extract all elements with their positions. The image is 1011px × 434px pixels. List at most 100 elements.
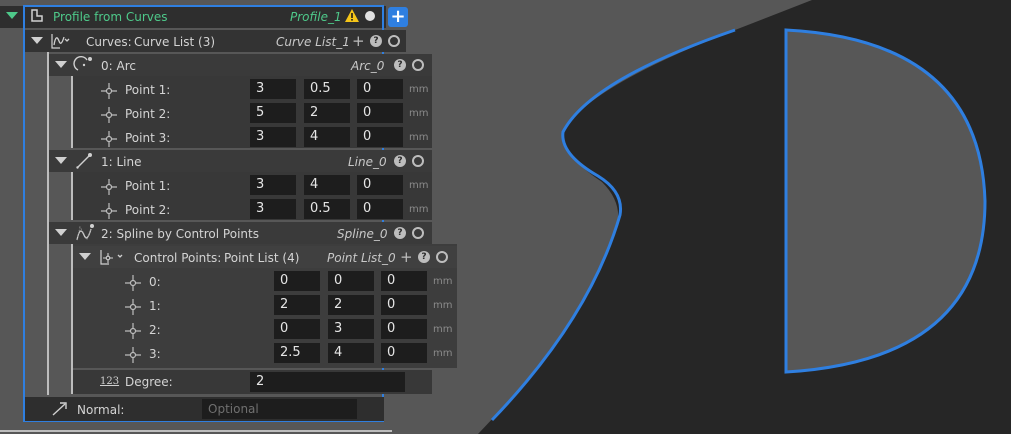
curve-list-icon: [51, 34, 70, 49]
coord-y-input[interactable]: 0.5: [304, 79, 350, 99]
coord-x-input[interactable]: 3: [250, 127, 296, 147]
unit-label: mm: [433, 276, 453, 287]
control-points-type: Point List (4): [224, 251, 300, 265]
point-crosshair-icon: [101, 131, 117, 147]
coord-z-input[interactable]: 0: [381, 319, 427, 339]
unit-label: mm: [409, 108, 429, 119]
coord-y-input[interactable]: 2: [328, 295, 374, 315]
normal-label: Normal:: [77, 403, 125, 417]
coord-x-input[interactable]: 3: [250, 199, 296, 219]
curves-label: Curves:: [86, 35, 132, 49]
question-mark-icon[interactable]: ?: [394, 155, 406, 167]
unit-label: mm: [409, 204, 429, 215]
profile-feature-icon: [31, 9, 43, 22]
control-points-instance-name: Point List_0: [327, 251, 396, 265]
panel-bottom-divider: [0, 430, 392, 432]
control-points-label: Control Points:: [134, 251, 222, 265]
unit-label: mm: [433, 324, 453, 335]
root-title: Profile from Curves: [53, 10, 168, 24]
coord-y-input[interactable]: 4: [328, 343, 374, 363]
point-list-icon: [100, 250, 123, 265]
question-mark-icon[interactable]: ?: [394, 59, 406, 71]
unit-label: mm: [409, 84, 429, 95]
spline-label: 2: Spline by Control Points: [101, 227, 259, 241]
degree-input[interactable]: 2: [250, 372, 405, 392]
coord-z-input[interactable]: 0: [357, 79, 403, 99]
point-crosshair-icon: [101, 83, 117, 99]
integer-icon: 123: [100, 376, 120, 387]
curves-instance-name: Curve List_1: [276, 35, 350, 49]
spline-icon: [76, 224, 94, 241]
coord-x-input[interactable]: 2: [274, 295, 320, 315]
point-crosshair-icon: [101, 203, 117, 219]
circle-toggle-icon[interactable]: [388, 35, 400, 47]
question-mark-icon[interactable]: ?: [370, 35, 382, 47]
expand-triangle-icon[interactable]: [6, 12, 18, 19]
arc-icon: [73, 56, 92, 71]
unit-label: mm: [409, 180, 429, 191]
question-mark-icon[interactable]: ?: [418, 251, 430, 263]
arc-label: 0: Arc: [101, 59, 136, 73]
point-crosshair-icon: [101, 179, 117, 195]
collapse-triangle-icon[interactable]: [55, 229, 67, 236]
feature-panel: Profile from Curves Profile_1 + Curves: …: [0, 0, 457, 434]
coord-x-input[interactable]: 3: [250, 79, 296, 99]
normal-vector-icon: [52, 402, 67, 416]
add-button[interactable]: +: [388, 7, 408, 27]
curves-type: Curve List (3): [134, 35, 216, 49]
line-instance-name: Line_0: [348, 155, 387, 169]
normal-input[interactable]: [202, 399, 357, 419]
line-icon: [76, 153, 92, 169]
coord-y-input[interactable]: 3: [328, 319, 374, 339]
circle-toggle-icon[interactable]: [412, 227, 424, 239]
add-point-icon[interactable]: +: [400, 250, 413, 265]
point-crosshair-icon: [101, 107, 117, 123]
coord-z-input[interactable]: 0: [381, 271, 427, 291]
collapse-triangle-icon[interactable]: [79, 253, 91, 260]
arc-instance-name: Arc_0: [351, 59, 385, 73]
point-label: Point 2:: [125, 203, 171, 217]
status-dot-icon: [365, 11, 375, 21]
coord-z-input[interactable]: 0: [357, 127, 403, 147]
add-curve-icon[interactable]: +: [352, 34, 365, 49]
coord-z-input[interactable]: 0: [357, 103, 403, 123]
control-point-label: 3:: [149, 347, 161, 361]
coord-y-input[interactable]: 0: [328, 271, 374, 291]
circle-toggle-icon[interactable]: [412, 59, 424, 71]
coord-z-input[interactable]: 0: [357, 199, 403, 219]
warning-icon[interactable]: [345, 9, 359, 22]
profile-shape: [784, 28, 987, 374]
point-crosshair-icon: [125, 347, 141, 363]
question-mark-icon[interactable]: ?: [394, 227, 406, 239]
collapse-triangle-icon[interactable]: [31, 37, 43, 44]
coord-x-input[interactable]: 2.5: [274, 343, 320, 363]
point-label: Point 3:: [125, 131, 171, 145]
unit-label: mm: [433, 300, 453, 311]
control-point-label: 1:: [149, 299, 161, 313]
circle-toggle-icon[interactable]: [436, 251, 448, 263]
point-crosshair-icon: [125, 275, 141, 291]
coord-y-input[interactable]: 4: [304, 127, 350, 147]
coord-y-input[interactable]: 4: [304, 175, 350, 195]
coord-y-input[interactable]: 2: [304, 103, 350, 123]
circle-toggle-icon[interactable]: [412, 155, 424, 167]
coord-z-input[interactable]: 0: [357, 175, 403, 195]
coord-x-input[interactable]: 0: [274, 319, 320, 339]
unit-label: mm: [433, 348, 453, 359]
coord-x-input[interactable]: 5: [250, 103, 296, 123]
point-label: Point 1:: [125, 179, 171, 193]
coord-z-input[interactable]: 0: [381, 343, 427, 363]
line-label: 1: Line: [101, 155, 142, 169]
coord-x-input[interactable]: 0: [274, 271, 320, 291]
coord-x-input[interactable]: 3: [250, 175, 296, 195]
control-point-label: 0:: [149, 275, 161, 289]
coord-z-input[interactable]: 0: [381, 295, 427, 315]
point-crosshair-icon: [125, 299, 141, 315]
control-point-label: 2:: [149, 323, 161, 337]
spline-instance-name: Spline_0: [337, 227, 388, 241]
unit-label: mm: [409, 132, 429, 143]
collapse-triangle-icon[interactable]: [55, 157, 67, 164]
collapse-triangle-icon[interactable]: [55, 61, 67, 68]
coord-y-input[interactable]: 0.5: [304, 199, 350, 219]
root-instance-name: Profile_1: [290, 10, 342, 24]
